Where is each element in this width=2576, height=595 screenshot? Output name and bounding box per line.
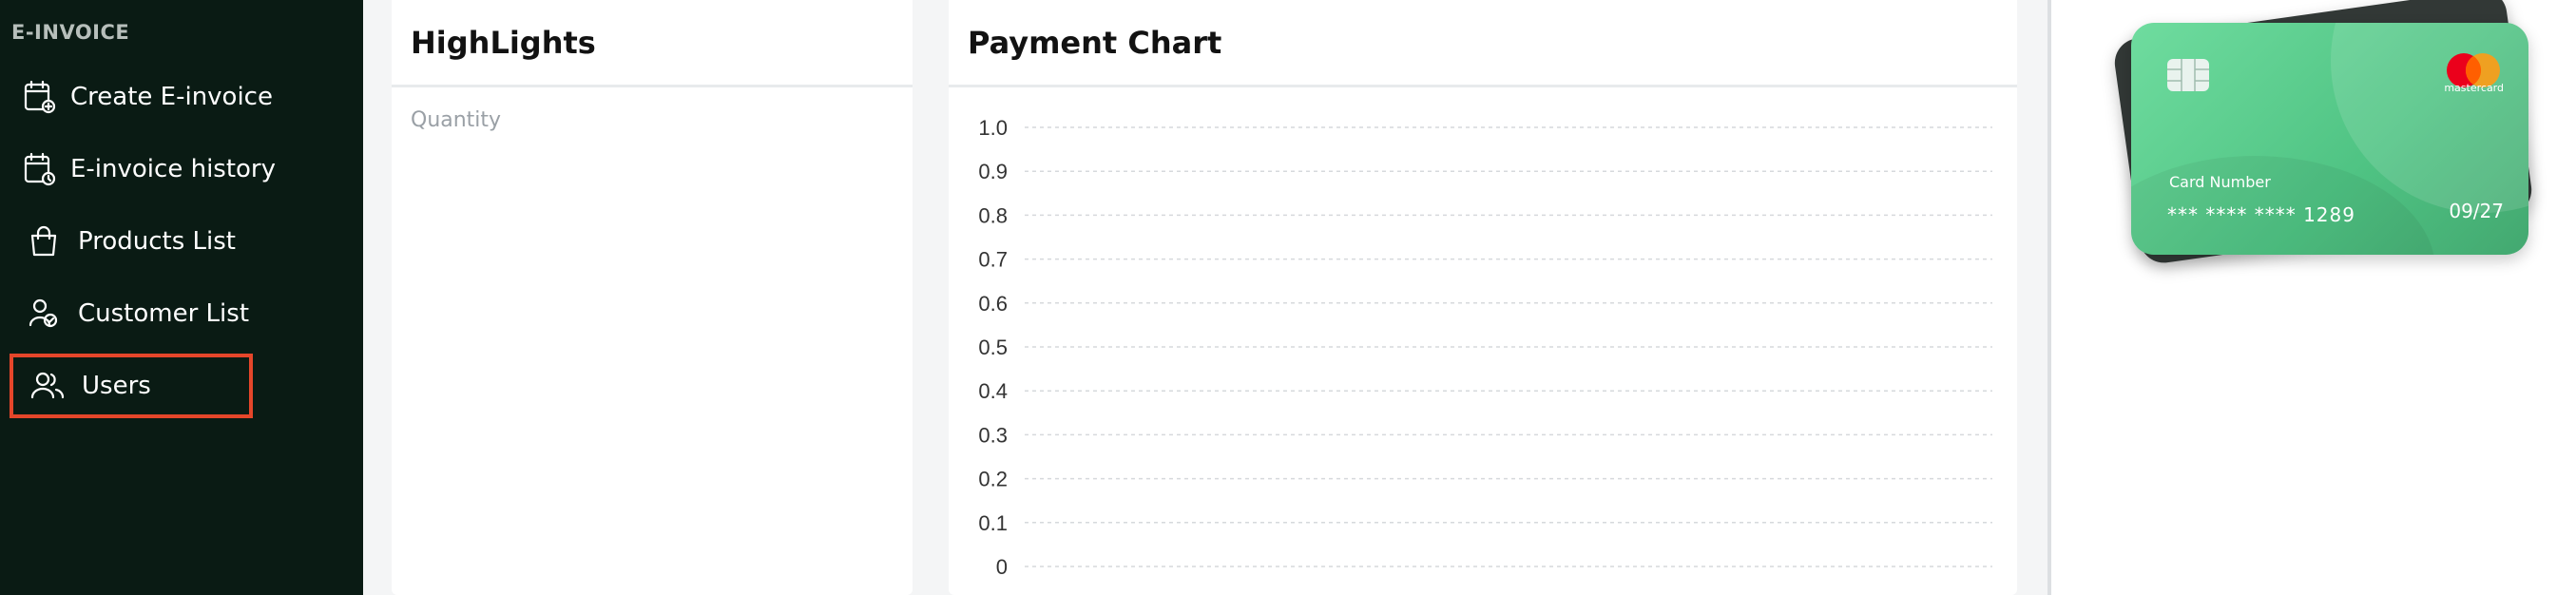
sidebar-item-label: Users bbox=[82, 372, 151, 400]
y-tick-label: 0.4 bbox=[978, 379, 1008, 403]
sidebar-item-create-e-invoice[interactable]: Create E-invoice bbox=[10, 65, 273, 129]
calendar-add-icon bbox=[21, 74, 59, 120]
card-number: *** **** **** 1289 bbox=[2167, 203, 2355, 226]
payment-chart-title: Payment Chart bbox=[968, 24, 1222, 61]
credit-card: mastercard Card Number *** **** **** 128… bbox=[2111, 0, 2538, 285]
payment-chart: 1.0 0.9 0.8 0.7 0.6 0.5 0.4 0.3 0.2 0.1 0 bbox=[978, 116, 1992, 579]
card-expiry: 09/27 bbox=[2449, 200, 2504, 222]
sidebar: E-INVOICE Create E-invoice E-invoice his… bbox=[0, 0, 363, 595]
customers-icon bbox=[21, 291, 67, 336]
y-tick-label: 0.1 bbox=[978, 511, 1008, 535]
sidebar-item-label: Create E-invoice bbox=[70, 83, 273, 111]
payment-chart-header: Payment Chart bbox=[949, 0, 2017, 87]
y-tick-label: 0 bbox=[996, 555, 1008, 579]
y-tick-label: 0.5 bbox=[978, 336, 1008, 359]
highlights-panel: HighLights Quantity bbox=[392, 0, 913, 595]
highlights-title: HighLights bbox=[411, 24, 596, 61]
sidebar-item-customer-list[interactable]: Customer List bbox=[10, 281, 253, 346]
sidebar-item-label: E-invoice history bbox=[70, 155, 277, 183]
y-tick-label: 0.2 bbox=[978, 468, 1008, 491]
sidebar-item-label: Products List bbox=[78, 227, 236, 256]
sidebar-item-products-list[interactable]: Products List bbox=[10, 209, 253, 274]
y-tick-label: 0.6 bbox=[978, 292, 1008, 316]
sidebar-item-users[interactable]: Users bbox=[10, 354, 253, 418]
highlights-header: HighLights bbox=[392, 0, 913, 87]
y-tick-label: 0.8 bbox=[978, 203, 1008, 227]
calendar-clock-icon bbox=[21, 146, 59, 192]
users-icon bbox=[25, 363, 70, 409]
y-tick-label: 0.9 bbox=[978, 160, 1008, 183]
card-front: mastercard Card Number *** **** **** 128… bbox=[2131, 23, 2528, 255]
chip-icon bbox=[2167, 59, 2209, 91]
y-tick-label: 1.0 bbox=[978, 116, 1008, 140]
sidebar-item-label: Customer List bbox=[78, 299, 250, 328]
y-tick-label: 0.7 bbox=[978, 248, 1008, 272]
card-number-label: Card Number bbox=[2169, 173, 2271, 191]
shopping-bag-icon bbox=[21, 219, 67, 264]
sidebar-item-e-invoice-history[interactable]: E-invoice history bbox=[10, 137, 276, 202]
highlights-subtitle: Quantity bbox=[411, 108, 502, 132]
sidebar-section-title: E-INVOICE bbox=[11, 21, 130, 44]
card-brand: mastercard bbox=[2444, 82, 2504, 94]
y-tick-label: 0.3 bbox=[978, 423, 1008, 447]
payment-chart-panel: Payment Chart 1.0 0.9 0.8 0.7 0.6 0.5 0.4 0.3 0.… bbox=[949, 0, 2017, 595]
